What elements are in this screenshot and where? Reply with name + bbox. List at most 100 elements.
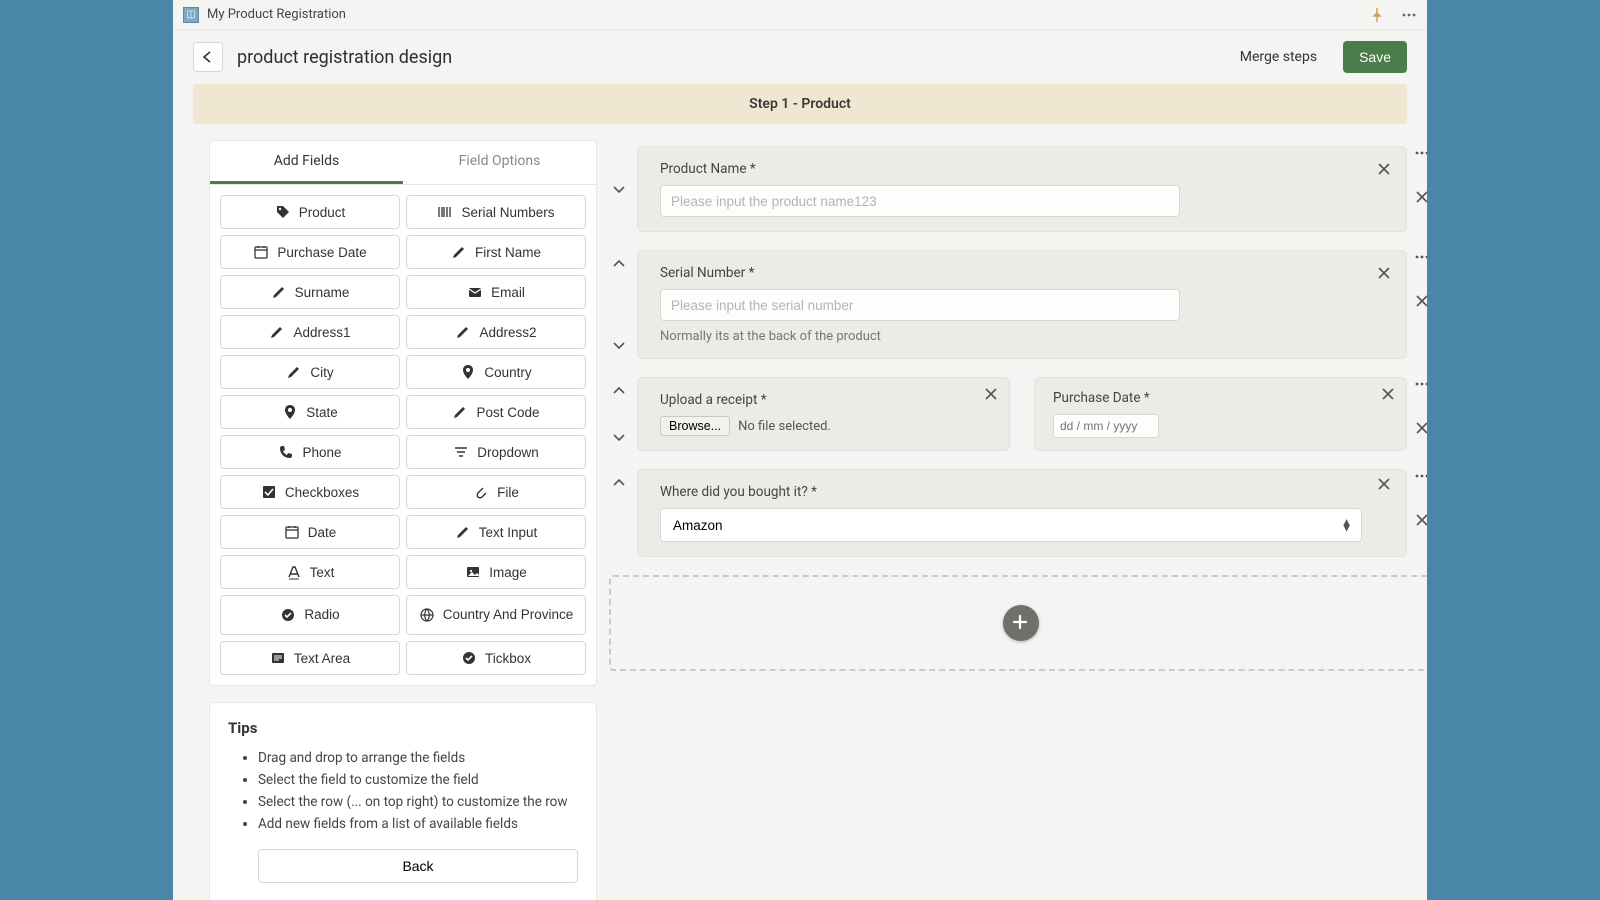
field-country[interactable]: Country [406,355,586,389]
form-row-serial-number: Serial Number * Normally its at the back… [637,250,1407,359]
field-first-name[interactable]: First Name [406,235,586,269]
field-card-purchase-date[interactable]: Purchase Date * [1034,377,1407,451]
product-name-input[interactable] [660,185,1180,217]
tab-add-fields[interactable]: Add Fields [210,141,403,184]
row-remove-button[interactable] [1411,509,1427,531]
pin-icon [460,364,476,380]
pencil-icon [452,404,468,420]
field-image[interactable]: Image [406,555,586,589]
page-header: product registration design Merge steps … [173,30,1427,84]
app-more-icon[interactable] [1401,7,1417,23]
row-move-down[interactable] [609,335,629,355]
tips-title: Tips [228,719,578,737]
field-serial-numbers[interactable]: Serial Numbers [406,195,586,229]
field-address2[interactable]: Address2 [406,315,586,349]
field-purchase-date[interactable]: Purchase Date [220,235,400,269]
row-more-button[interactable] [1411,465,1427,487]
field-surname[interactable]: Surname [220,275,400,309]
pencil-icon [455,324,471,340]
field-remove-button[interactable] [1380,386,1396,406]
arrow-left-icon [200,49,216,65]
add-row-area[interactable] [609,575,1427,671]
field-text-area[interactable]: Text Area [220,641,400,675]
row-more-button[interactable] [1411,373,1427,395]
browse-button[interactable]: Browse... [660,416,730,436]
clip-icon [473,484,489,500]
field-text[interactable]: Text [220,555,400,589]
calendar-icon [253,244,269,260]
row-move-up[interactable] [609,254,629,274]
pencil-icon [455,524,471,540]
field-state[interactable]: State [220,395,400,429]
tab-field-options[interactable]: Field Options [403,141,596,184]
row-move-up[interactable] [609,473,629,493]
textarea-icon [270,650,286,666]
pin-icon[interactable] [1369,7,1385,23]
field-country-and-province[interactable]: Country And Province [406,595,586,635]
row-move-down[interactable] [609,179,629,199]
field-date[interactable]: Date [220,515,400,549]
field-remove-button[interactable] [1376,476,1392,496]
field-text-input[interactable]: Text Input [406,515,586,549]
tip-item: Add new fields from a list of available … [258,813,578,835]
field-tickbox[interactable]: Tickbox [406,641,586,675]
field-hint: Normally its at the back of the product [660,329,1362,344]
field-dropdown[interactable]: Dropdown [406,435,586,469]
field-label: Product Name * [660,161,1362,177]
text-icon [286,564,302,580]
chevron-down-icon [611,181,627,197]
field-label: Where did you bought it? * [660,484,1362,500]
save-button[interactable]: Save [1343,41,1407,73]
more-icon [1414,249,1427,265]
close-icon [1380,386,1396,402]
globe-icon [419,607,435,623]
row-move-down[interactable] [609,427,629,447]
more-icon [1414,468,1427,484]
close-icon [1414,189,1427,205]
field-card-product-name[interactable]: Product Name * [637,146,1407,232]
field-post-code[interactable]: Post Code [406,395,586,429]
chevron-up-icon [611,475,627,491]
file-status: No file selected. [738,419,831,434]
field-checkboxes[interactable]: Checkboxes [220,475,400,509]
close-icon [1414,420,1427,436]
close-icon [1376,265,1392,281]
back-button[interactable] [193,42,223,72]
field-card-serial-number[interactable]: Serial Number * Normally its at the back… [637,250,1407,359]
close-icon [1414,293,1427,309]
row-more-button[interactable] [1411,142,1427,164]
page-title: product registration design [237,47,452,68]
field-phone[interactable]: Phone [220,435,400,469]
field-card-upload-receipt[interactable]: Upload a receipt * Browse... No file sel… [637,377,1010,451]
field-city[interactable]: City [220,355,400,389]
field-remove-button[interactable] [1376,265,1392,285]
add-row-button[interactable] [1003,605,1039,641]
pin-icon [282,404,298,420]
merge-steps-button[interactable]: Merge steps [1228,43,1329,71]
field-remove-button[interactable] [983,386,999,406]
field-email[interactable]: Email [406,275,586,309]
field-remove-button[interactable] [1376,161,1392,181]
row-remove-button[interactable] [1411,186,1427,208]
where-bought-select[interactable]: Amazon [660,508,1362,542]
row-remove-button[interactable] [1411,417,1427,439]
serial-number-input[interactable] [660,289,1180,321]
row-move-up[interactable] [609,381,629,401]
tip-item: Drag and drop to arrange the fields [258,747,578,769]
tips-back-button[interactable]: Back [258,849,578,883]
row-more-button[interactable] [1411,246,1427,268]
phone-icon [278,444,294,460]
field-file[interactable]: File [406,475,586,509]
pencil-icon [269,324,285,340]
step-banner: Step 1 - Product [193,84,1407,124]
field-radio[interactable]: Radio [220,595,400,635]
field-address1[interactable]: Address1 [220,315,400,349]
app-icon: ◫ [183,7,199,23]
form-row-product-name: Product Name * [637,146,1407,232]
app-name: My Product Registration [207,7,346,22]
row-remove-button[interactable] [1411,290,1427,312]
field-product[interactable]: Product [220,195,400,229]
field-label: Serial Number * [660,265,1362,281]
field-card-where-bought[interactable]: Where did you bought it? * Amazon ▲▼ [637,469,1407,557]
purchase-date-input[interactable] [1053,414,1159,438]
